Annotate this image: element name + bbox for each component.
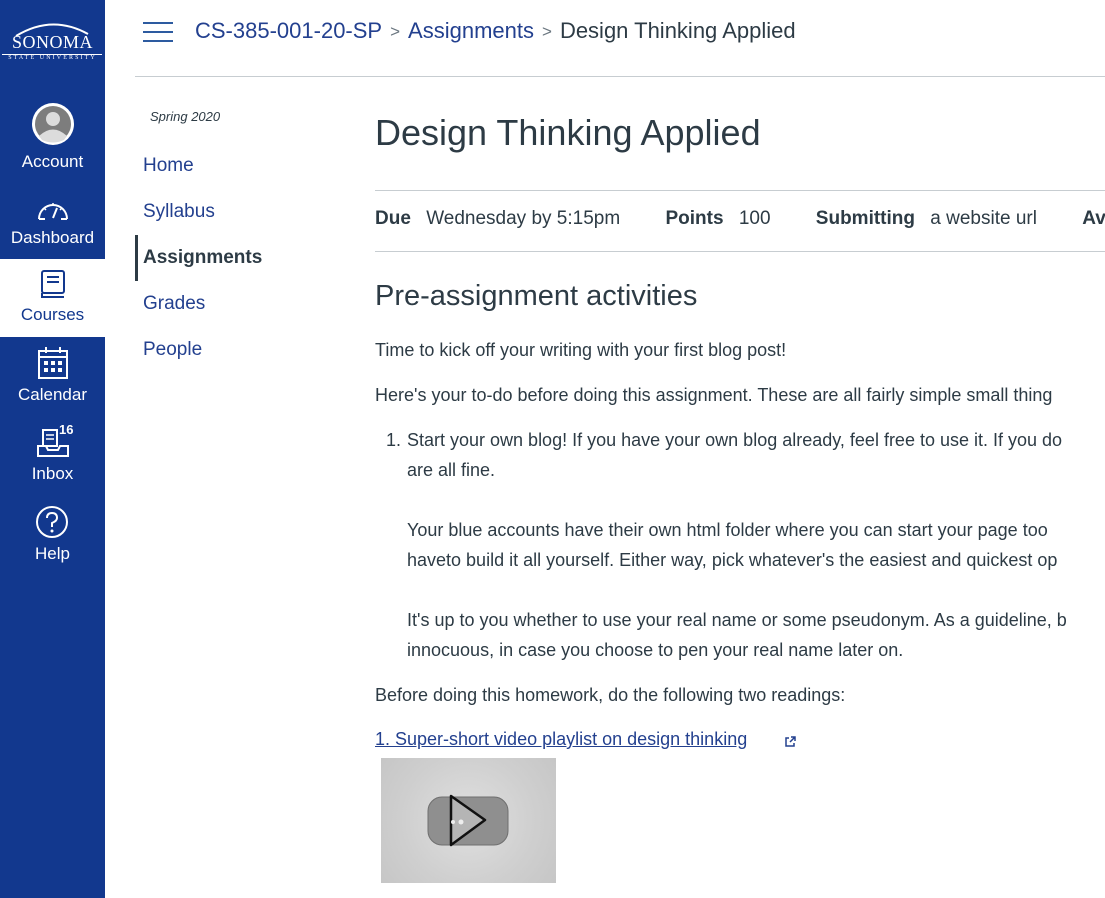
external-link-icon (785, 736, 796, 747)
course-term: Spring 2020 (150, 109, 221, 124)
points-value: 100 (738, 208, 771, 229)
due-value: Wednesday by 5:15pm (426, 208, 621, 229)
play-icon (427, 794, 509, 847)
course-nav-people[interactable]: People (143, 339, 202, 361)
nav-dashboard-label: Dashboard (10, 228, 95, 247)
breadcrumb-separator: > (542, 22, 552, 41)
details-bottom-divider (375, 251, 1105, 252)
nav-inbox-label: Inbox (31, 464, 74, 483)
course-nav-syllabus[interactable]: Syllabus (143, 201, 215, 223)
nav-courses[interactable]: Courses (0, 259, 105, 337)
video-playlist-link[interactable]: 1. Super-short video playlist on design … (375, 729, 747, 750)
points-label: Points (665, 208, 724, 229)
course-nav-grades[interactable]: Grades (143, 293, 205, 315)
breadcrumb-current: Design Thinking Applied (559, 18, 796, 43)
video-thumbnail[interactable] (381, 758, 556, 883)
list-item-text-line: haveto build it all yourself. Either way… (407, 550, 1058, 570)
nav-account[interactable]: Account (0, 98, 105, 178)
list-item-text-line: are all fine. (407, 460, 496, 480)
assignment-details: Due Wednesday by 5:15pm Points 100 Submi… (375, 208, 1105, 230)
dashboard-icon (38, 203, 68, 220)
breadcrumb-course-link[interactable]: CS-385-001-20-SP (195, 18, 382, 43)
nav-help[interactable]: Help (0, 500, 105, 572)
courses-icon (41, 270, 65, 298)
intro-paragraph: Time to kick off your writing with your … (375, 340, 787, 360)
nav-inbox[interactable]: 16 Inbox (0, 420, 105, 492)
sonoma-state-logo[interactable]: SONOMA STATE UNIVERSITY (0, 18, 105, 66)
breadcrumb-assignments-link[interactable]: Assignments (408, 18, 534, 43)
header-divider (135, 76, 1105, 77)
due-label: Due (375, 208, 411, 229)
submitting-label: Submitting (815, 208, 915, 229)
list-item-text-line: Start your own blog! If you have your ow… (407, 430, 1063, 450)
assignment-title: Design Thinking Applied (375, 112, 761, 153)
nav-courses-label: Courses (20, 305, 85, 324)
nav-dashboard[interactable]: Dashboard (0, 188, 105, 258)
nav-calendar-label: Calendar (18, 385, 87, 404)
course-nav-home[interactable]: Home (143, 155, 194, 177)
logo-name: SONOMA (11, 32, 93, 52)
nav-calendar[interactable]: Calendar (0, 340, 105, 412)
list-item-text-line: Your blue accounts have their own html f… (407, 520, 1048, 540)
logo-subtitle: STATE UNIVERSITY (8, 55, 97, 61)
details-top-divider (375, 190, 1105, 191)
list-item-number: 1. (386, 430, 402, 450)
available-label: Av (1082, 208, 1105, 229)
global-nav: SONOMA STATE UNIVERSITY Account Dashboar… (0, 0, 105, 898)
course-nav-active-indicator (135, 235, 138, 281)
readings-intro: Before doing this homework, do the follo… (375, 685, 846, 705)
breadcrumb-separator: > (390, 22, 401, 41)
nav-help-label: Help (35, 544, 70, 563)
section-heading: Pre-assignment activities (375, 280, 698, 312)
course-menu-toggle-button[interactable] (143, 22, 173, 42)
help-icon (36, 506, 68, 538)
todo-paragraph: Here's your to-do before doing this assi… (375, 385, 1053, 405)
list-item-text-line: innocuous, in case you choose to pen you… (407, 640, 904, 660)
list-item-text-line: It's up to you whether to use your real … (407, 610, 1067, 630)
calendar-icon (38, 347, 68, 379)
breadcrumb: CS-385-001-20-SP > Assignments > Design Thin… (195, 18, 796, 44)
account-avatar-icon (32, 103, 74, 145)
nav-account-label: Account (21, 152, 84, 171)
course-nav-assignments[interactable]: Assignments (143, 247, 262, 269)
submitting-value: a website url (930, 208, 1037, 229)
inbox-unread-badge: 16 (59, 422, 74, 437)
